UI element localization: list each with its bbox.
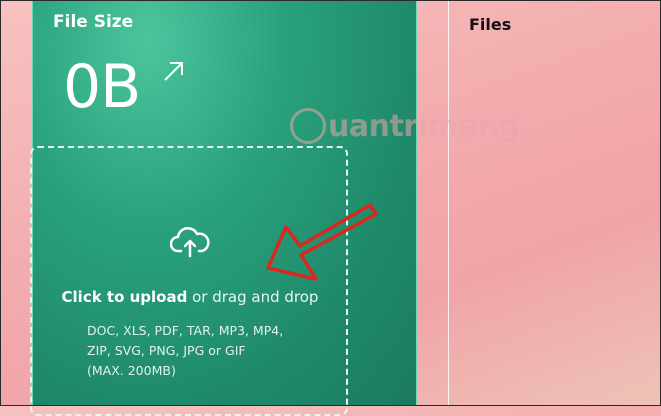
panel-divider (448, 0, 449, 406)
allowed-formats: DOC, XLS, PDF, TAR, MP3, MP4, ZIP, SVG, … (87, 321, 317, 381)
upload-instruction[interactable]: Click to upload or drag and drop (60, 288, 320, 306)
watermark-text: uantrimang (328, 108, 520, 144)
files-heading: Files (469, 15, 512, 34)
expand-arrow-icon[interactable] (161, 58, 187, 84)
file-size-value: 0B (63, 52, 141, 122)
max-size-note: (MAX. 200MB) (87, 363, 176, 378)
formats-line-2: ZIP, SVG, PNG, JPG or GIF (87, 343, 246, 358)
panel-title: File Size (53, 12, 134, 32)
drag-drop-text: or drag and drop (187, 288, 319, 306)
cloud-upload-icon[interactable] (170, 225, 210, 259)
watermark: uantrimang (290, 108, 520, 144)
click-to-upload-link[interactable]: Click to upload (62, 288, 188, 306)
formats-line-1: DOC, XLS, PDF, TAR, MP3, MP4, (87, 323, 284, 338)
watermark-logo-icon (290, 108, 326, 144)
